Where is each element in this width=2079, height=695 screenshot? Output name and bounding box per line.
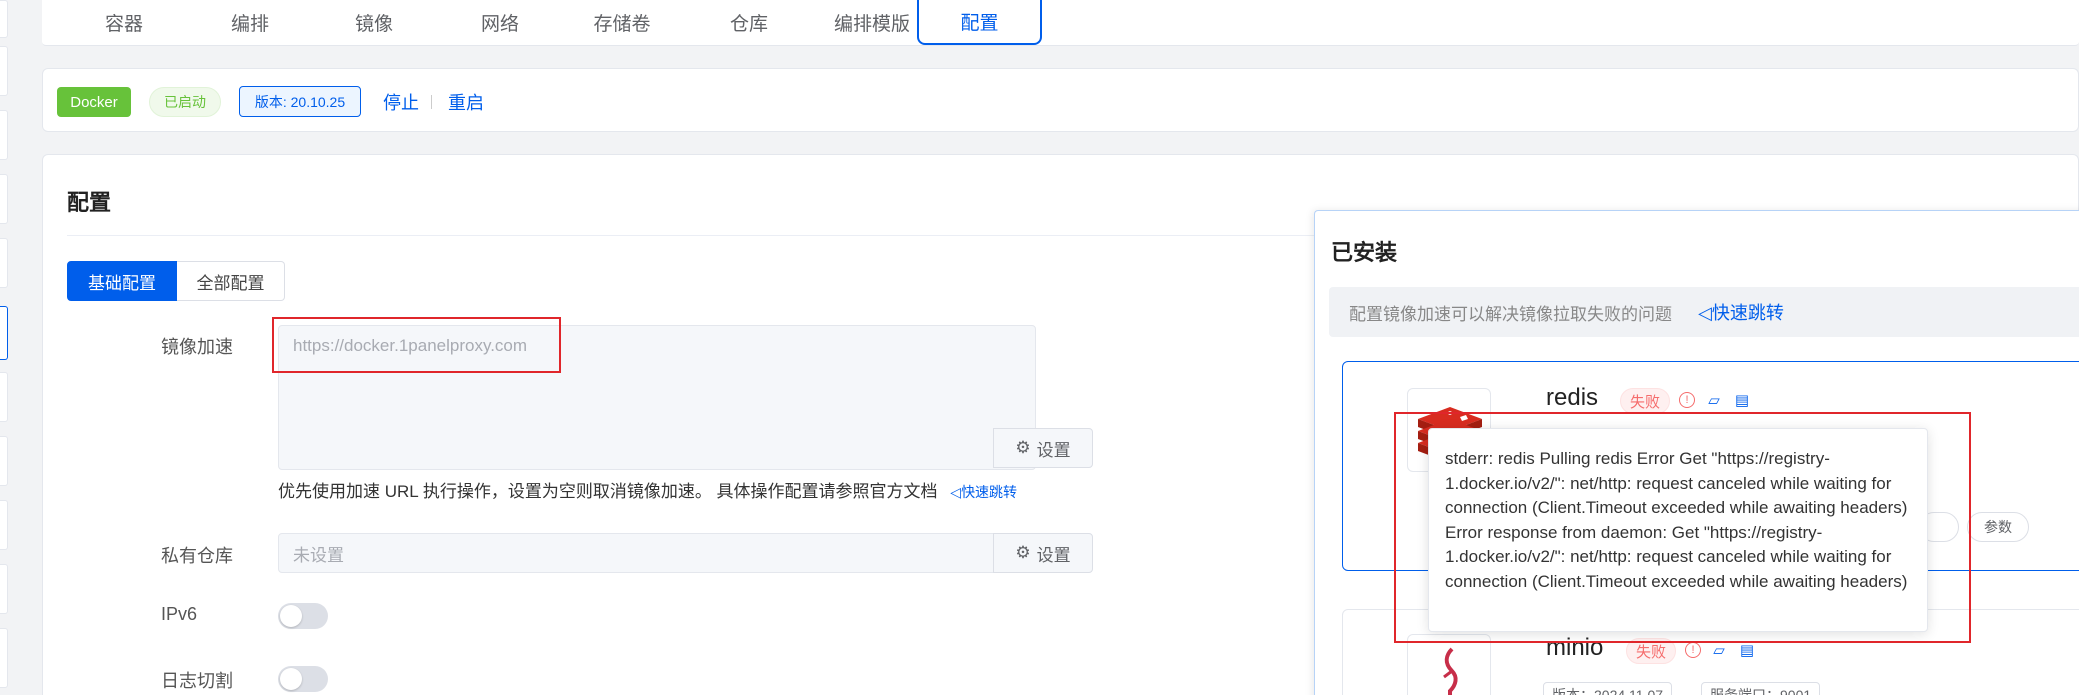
version-badge: 版本: 20.10.25	[239, 86, 361, 117]
stop-button[interactable]: 停止	[383, 89, 419, 115]
sidebar-edge-item[interactable]	[0, 628, 8, 688]
mirror-label: 镜像加速	[161, 337, 233, 357]
highlight-box	[1394, 412, 1971, 643]
hint-text: 优先使用加速 URL 执行操作，设置为空则取消镜像加速。 具体操作配置请参照官方…	[278, 482, 938, 501]
drawer-title: 已安装	[1331, 240, 1398, 265]
tab-compose-templates[interactable]: 编排模版	[812, 0, 932, 45]
toggle-knob	[280, 668, 302, 690]
log-rotate-toggle[interactable]	[278, 666, 328, 692]
docker-status-bar: Docker 已启动 版本: 20.10.25 停止 重启	[42, 68, 2079, 132]
sidebar-edge-item[interactable]	[0, 500, 8, 550]
config-mode-switch: 基础配置 全部配置	[67, 261, 285, 301]
tab-settings[interactable]: 配置	[917, 0, 1042, 45]
sidebar-edge-item[interactable]	[0, 46, 8, 96]
status-badge: 失败	[1620, 388, 1670, 414]
divider	[67, 235, 1357, 236]
ipv6-toggle[interactable]	[278, 603, 328, 629]
status-badge: 已启动	[149, 87, 221, 117]
app-name: redis	[1546, 384, 1599, 411]
minio-logo	[1407, 634, 1491, 695]
sidebar-edge-item-active[interactable]	[0, 306, 8, 360]
set-label: 设置	[1036, 440, 1071, 460]
highlight-box	[272, 317, 561, 373]
tab-volumes[interactable]: 存储卷	[572, 0, 672, 45]
error-info-icon[interactable]: !	[1685, 642, 1701, 658]
gear-icon: ⚙	[1015, 438, 1031, 457]
registry-set-button[interactable]: ⚙ 设置	[993, 533, 1093, 573]
log-icon[interactable]: ▤	[1733, 391, 1751, 409]
notice-jump-link[interactable]: ◁快速跳转	[1698, 299, 1784, 325]
mirror-notice: 配置镜像加速可以解决镜像拉取失败的问题 ◁快速跳转	[1329, 287, 2079, 337]
all-config-button[interactable]: 全部配置	[177, 261, 285, 301]
sidebar-edge-item[interactable]	[0, 174, 8, 224]
tab-containers[interactable]: 容器	[84, 0, 164, 45]
error-info-icon[interactable]: !	[1679, 392, 1695, 408]
tab-repositories[interactable]: 仓库	[709, 0, 789, 45]
sidebar-edge-item[interactable]	[0, 0, 8, 38]
notice-text: 配置镜像加速可以解决镜像拉取失败的问题	[1349, 304, 1672, 324]
minio-logo-icon	[1443, 647, 1458, 695]
sidebar-edge-item[interactable]	[0, 238, 8, 288]
gear-icon: ⚙	[1015, 543, 1031, 562]
registry-input[interactable]: 未设置	[278, 533, 994, 573]
send-icon: ◁	[950, 484, 962, 500]
version-tag: 版本：2024.11.07	[1543, 682, 1673, 695]
quick-jump-link[interactable]: ◁快速跳转	[950, 484, 1017, 500]
log-rotate-label: 日志切割	[161, 671, 233, 691]
tab-networks[interactable]: 网络	[460, 0, 540, 45]
mirror-hint: 优先使用加速 URL 执行操作，设置为空则取消镜像加速。 具体操作配置请参照官方…	[278, 477, 1017, 502]
set-label: 设置	[1036, 545, 1071, 565]
notice-jump-label: 快速跳转	[1711, 303, 1784, 323]
divider	[431, 95, 432, 109]
registry-label: 私有仓库	[161, 546, 233, 566]
params-button[interactable]: 参数	[1967, 512, 2029, 542]
sidebar-edge-item[interactable]	[0, 110, 8, 160]
port-tag: 服务端口：9001	[1701, 682, 1821, 695]
log-icon[interactable]: ▤	[1738, 641, 1756, 659]
toggle-knob	[280, 605, 302, 627]
quick-jump-label: 快速跳转	[961, 484, 1018, 500]
sidebar-edge-item[interactable]	[0, 436, 8, 486]
sidebar-edge-item[interactable]	[0, 564, 8, 614]
docker-badge: Docker	[57, 87, 131, 117]
tab-compose[interactable]: 编排	[210, 0, 290, 45]
folder-icon[interactable]: ▱	[1710, 641, 1728, 659]
basic-config-button[interactable]: 基础配置	[67, 261, 177, 301]
left-sidebar-edge	[0, 0, 10, 695]
docker-tabbar: 容器 编排 镜像 网络 存储卷 仓库 编排模版 配置	[42, 0, 2079, 46]
folder-icon[interactable]: ▱	[1705, 391, 1723, 409]
restart-button[interactable]: 重启	[448, 89, 484, 115]
page-title: 配置	[67, 190, 112, 215]
sidebar-edge-item[interactable]	[0, 372, 8, 422]
registry-placeholder: 未设置	[293, 545, 344, 565]
ipv6-label: IPv6	[161, 604, 198, 624]
tab-images[interactable]: 镜像	[334, 0, 414, 45]
send-icon: ◁	[1698, 303, 1712, 323]
mirror-set-button[interactable]: ⚙ 设置	[993, 428, 1093, 468]
